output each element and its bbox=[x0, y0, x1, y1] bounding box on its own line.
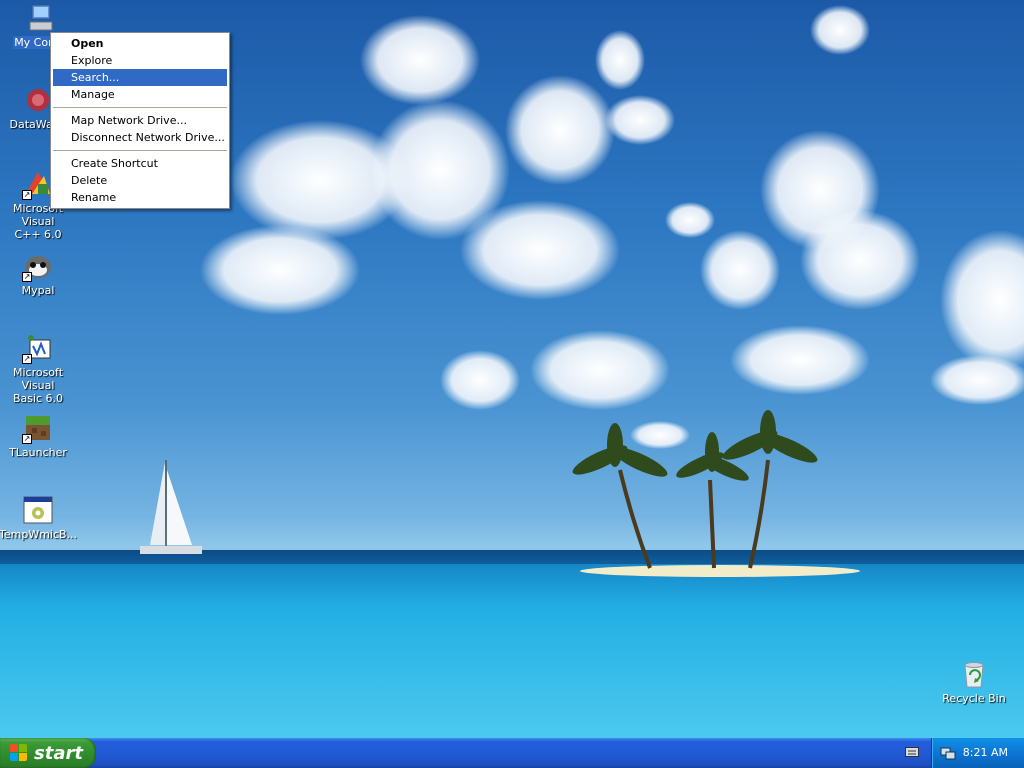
desktop-icon-label: TempWmicB... bbox=[0, 528, 78, 541]
desktop-icon-label: Microsoft Visual Basic 6.0 bbox=[0, 366, 78, 405]
tlauncher-icon: ↗ bbox=[22, 412, 54, 444]
network-icon[interactable] bbox=[940, 745, 956, 761]
menu-separator bbox=[53, 107, 227, 108]
windows-flag-icon bbox=[10, 744, 28, 762]
desktop-icon-label: Mypal bbox=[21, 284, 55, 297]
desktop-icon-tlauncher[interactable]: ↗ TLauncher bbox=[0, 412, 78, 459]
menu-item-manage[interactable]: Manage bbox=[53, 86, 227, 103]
menu-item-open[interactable]: Open bbox=[53, 35, 227, 52]
context-menu: Open Explore Search... Manage Map Networ… bbox=[50, 32, 230, 209]
desktop-icon-recycle-bin[interactable]: Recycle Bin bbox=[934, 658, 1014, 705]
start-label: start bbox=[34, 742, 83, 764]
my-computer-icon bbox=[24, 2, 56, 34]
menu-item-explore[interactable]: Explore bbox=[53, 52, 227, 69]
desktop-icon-label-line2: Basic 6.0 bbox=[12, 392, 64, 405]
clock[interactable]: 8:21 AM bbox=[963, 746, 1008, 759]
recycle-bin-icon bbox=[958, 658, 990, 690]
mypal-icon: ↗ bbox=[22, 250, 54, 282]
taskbar: start 8:21 AM bbox=[0, 738, 1024, 768]
menu-separator bbox=[53, 150, 227, 151]
keyboard-layout-icon[interactable] bbox=[905, 746, 919, 758]
tempwmic-icon bbox=[22, 494, 54, 526]
desktop-icon-visual-basic[interactable]: ↗ Microsoft Visual Basic 6.0 bbox=[0, 332, 78, 405]
shortcut-arrow-icon: ↗ bbox=[22, 272, 32, 282]
desktop-icon-mypal[interactable]: ↗ Mypal bbox=[0, 250, 78, 297]
start-button[interactable]: start bbox=[0, 738, 96, 768]
system-tray: 8:21 AM bbox=[931, 738, 1024, 768]
desktop-icon-tempwmic[interactable]: TempWmicB... bbox=[0, 494, 78, 541]
menu-item-disconnect-network-drive[interactable]: Disconnect Network Drive... bbox=[53, 129, 227, 146]
menu-item-rename[interactable]: Rename bbox=[53, 189, 227, 206]
shortcut-arrow-icon: ↗ bbox=[22, 190, 32, 200]
menu-item-delete[interactable]: Delete bbox=[53, 172, 227, 189]
shortcut-arrow-icon: ↗ bbox=[22, 354, 32, 364]
menu-item-create-shortcut[interactable]: Create Shortcut bbox=[53, 155, 227, 172]
desktop-icon-label: TLauncher bbox=[9, 446, 67, 459]
desktop-icon-label-line2: C++ 6.0 bbox=[14, 228, 62, 241]
shortcut-arrow-icon: ↗ bbox=[22, 434, 32, 444]
desktop-icon-label: Recycle Bin bbox=[942, 692, 1006, 705]
desktop-icon-label-line1: Microsoft Visual bbox=[12, 366, 64, 392]
visual-basic-icon: ↗ bbox=[22, 332, 54, 364]
menu-item-search[interactable]: Search... bbox=[53, 69, 227, 86]
menu-item-map-network-drive[interactable]: Map Network Drive... bbox=[53, 112, 227, 129]
